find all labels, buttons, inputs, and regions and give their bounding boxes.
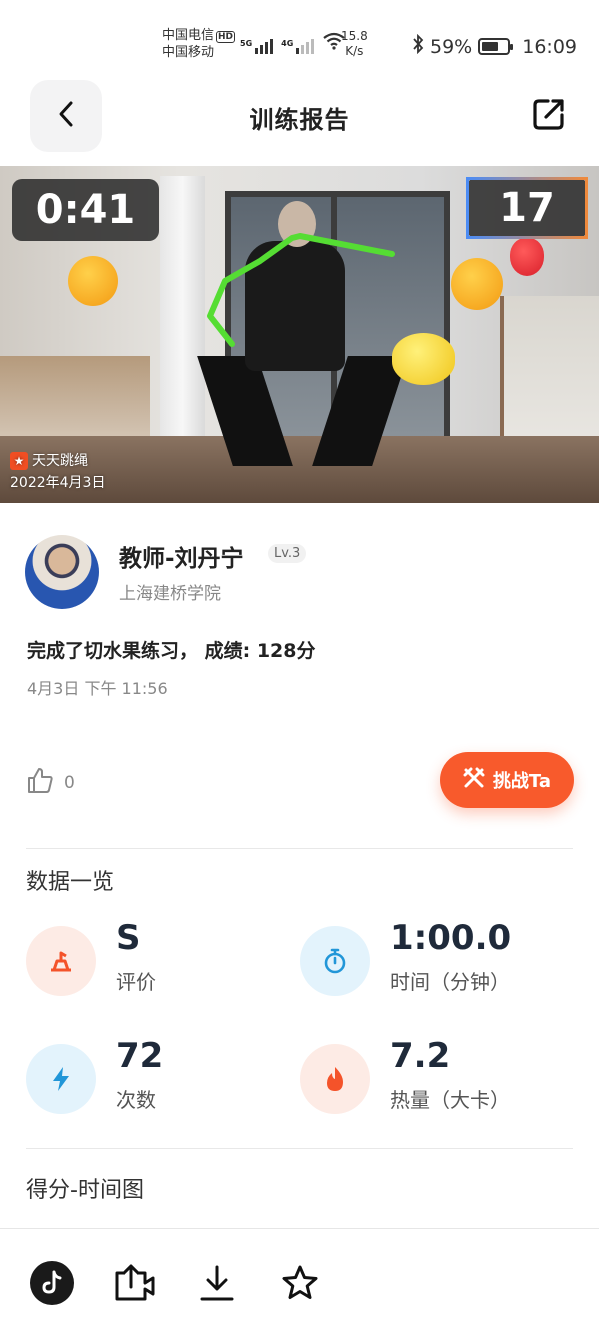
signal-indicators: 5G 4G: [240, 32, 346, 54]
carrier-1: 中国电信: [162, 28, 215, 43]
speed-value: 15.8: [341, 29, 368, 43]
header: 训练报告: [0, 80, 599, 166]
stat-calories: 7.2 热量（大卡）: [300, 1036, 560, 1122]
lightning-icon: [26, 1044, 96, 1114]
share-button[interactable]: [529, 96, 569, 136]
external-share-icon: [531, 96, 567, 136]
stat-value: 72: [116, 1036, 164, 1076]
download-icon[interactable]: [193, 1259, 241, 1307]
stat-value: 1:00.0: [390, 918, 512, 958]
network-speed: 15.8 K/s: [341, 29, 368, 59]
crossed-swords-icon: [463, 767, 485, 794]
battery-text: 59%: [430, 35, 473, 58]
challenge-label: 挑战Ta: [492, 771, 552, 792]
user-name[interactable]: 教师-刘丹宁: [119, 539, 244, 573]
carrier-2: 中国移动: [162, 45, 215, 60]
right-status: 59% 16:09: [412, 33, 577, 59]
divider: [26, 848, 573, 849]
stat-label: 评价: [116, 970, 156, 994]
speed-unit: K/s: [345, 44, 364, 58]
like-button[interactable]: 0: [26, 766, 75, 799]
battery-icon: [478, 38, 514, 55]
thumbs-up-icon: [26, 766, 54, 799]
stat-time: 1:00.0 时间（分钟）: [300, 918, 560, 1004]
school-name: 上海建桥学院: [119, 584, 221, 604]
lemon-fruit-icon: [392, 333, 455, 385]
status-bar: 中国电信 HD 中国移动 5G 4G 15.8 K/s 59% 16:09: [0, 0, 599, 80]
flame-icon: [300, 1044, 370, 1114]
stat-value: 7.2: [390, 1036, 451, 1076]
clock: 16:09: [522, 35, 577, 58]
stat-label: 时间（分钟）: [390, 970, 510, 994]
stopwatch-icon: [300, 926, 370, 996]
hd-badge: HD: [216, 31, 236, 43]
strawberry-fruit-icon: [510, 238, 544, 276]
signal-5g-label: 5G: [240, 39, 253, 48]
stat-value: S: [116, 918, 141, 958]
watermark-date: 2022年4月3日: [10, 475, 106, 491]
level-badge: Lv.3: [268, 544, 307, 563]
achievement-text: 完成了切水果练习， 成绩: 128分: [27, 640, 316, 662]
stat-rating: S 评价: [26, 918, 286, 1004]
rating-icon: [26, 926, 96, 996]
timer-display: 0:41: [12, 179, 159, 241]
stat-label: 次数: [116, 1088, 156, 1112]
watermark-app: 天天跳绳: [32, 453, 88, 469]
like-count: 0: [64, 772, 75, 793]
page-title: 训练报告: [249, 106, 350, 134]
orange-fruit-icon: [451, 258, 503, 310]
post-time: 4月3日 下午 11:56: [27, 679, 168, 698]
bottom-action-bar: [0, 1228, 599, 1333]
bluetooth-icon: [412, 33, 424, 59]
challenge-button[interactable]: 挑战Ta: [440, 752, 574, 808]
stat-label: 热量（大卡）: [390, 1088, 510, 1112]
overview-title: 数据一览: [26, 870, 115, 895]
signal-5g-icon: 5G: [240, 39, 274, 54]
app-logo-icon: ★: [10, 452, 28, 470]
signal-4g-label: 4G: [281, 39, 294, 48]
signal-4g-icon: 4G: [281, 39, 315, 54]
video-watermark: ★ 天天跳绳 2022年4月3日: [10, 450, 105, 494]
stat-count: 72 次数: [26, 1036, 286, 1122]
divider: [26, 1148, 573, 1149]
share-video-icon[interactable]: [110, 1259, 158, 1307]
carrier-info: 中国电信 HD 中国移动: [162, 27, 236, 61]
star-icon[interactable]: [276, 1259, 324, 1307]
training-video[interactable]: 0:41 17 ★ 天天跳绳 2022年4月3日: [0, 166, 599, 503]
orange-fruit-icon: [68, 256, 118, 306]
chart-section-title: 得分-时间图: [26, 1178, 144, 1203]
count-display: 17: [466, 177, 588, 239]
avatar[interactable]: [25, 535, 99, 609]
tiktok-icon[interactable]: [28, 1259, 76, 1307]
profile-section: 教师-刘丹宁 Lv.3 上海建桥学院 完成了切水果练习， 成绩: 128分 4月…: [0, 503, 599, 743]
